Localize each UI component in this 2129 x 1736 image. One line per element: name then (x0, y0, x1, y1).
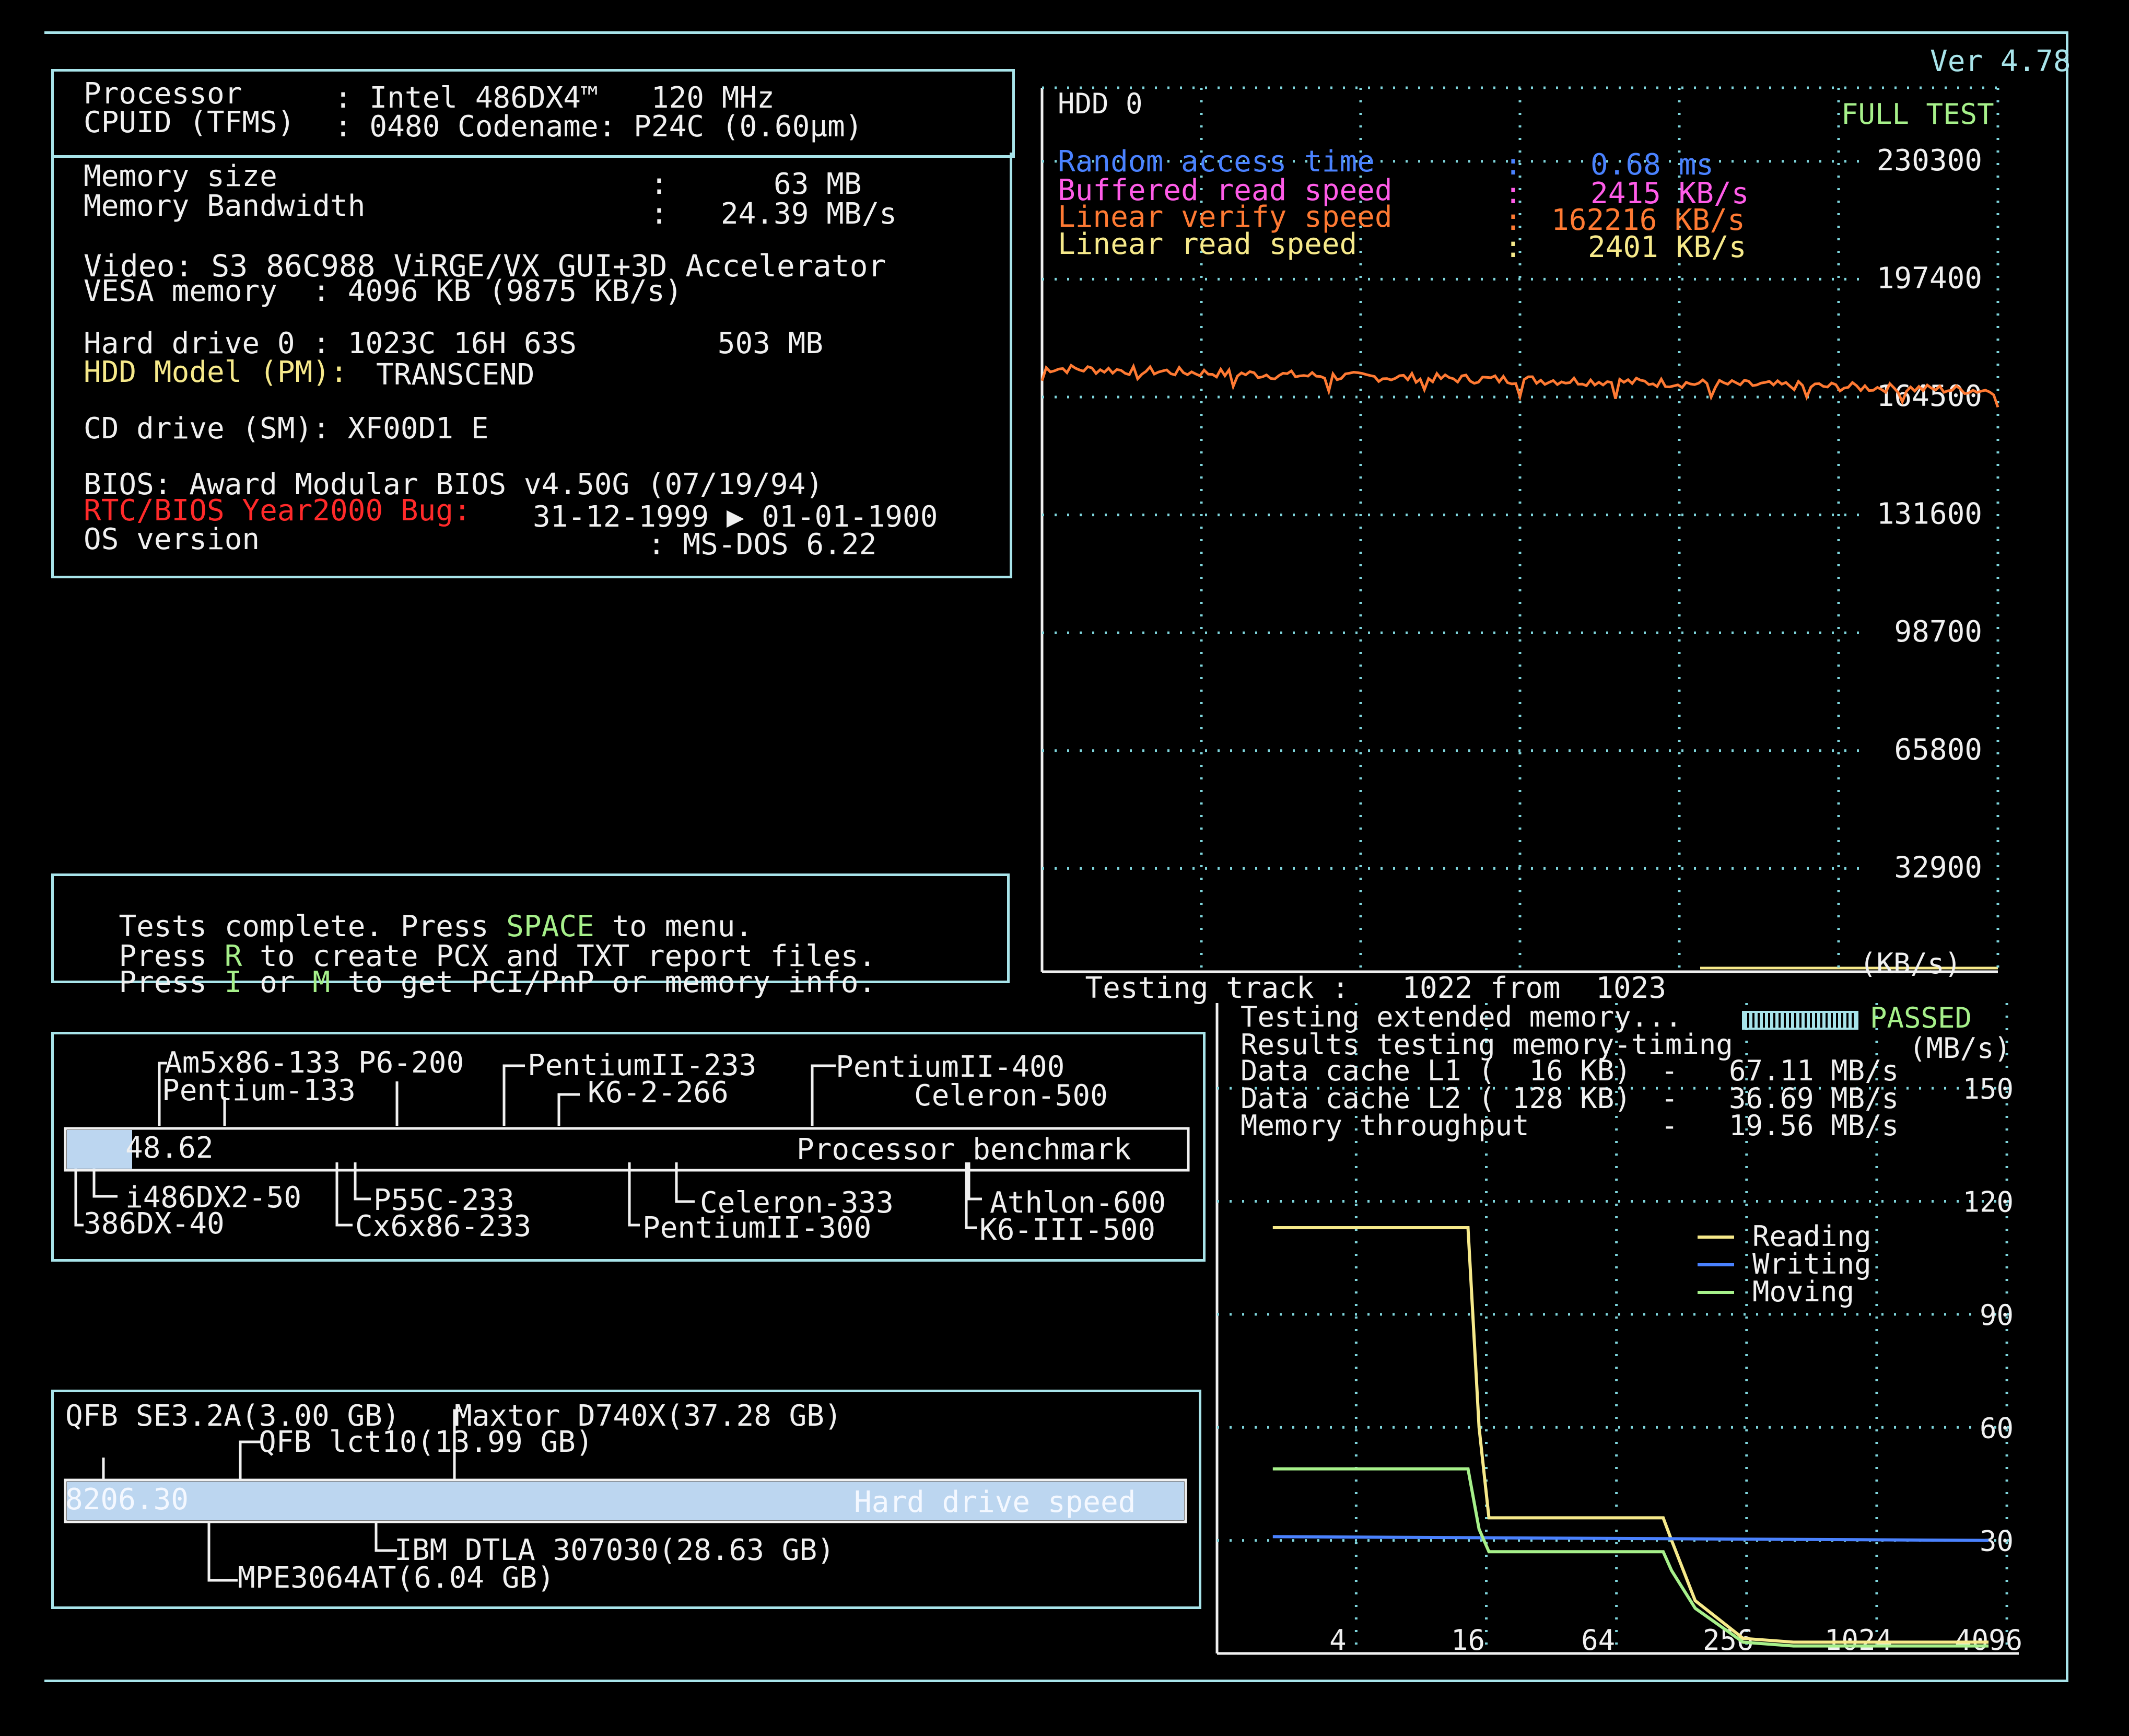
mem-y-tick-label: 90 (1980, 1299, 2014, 1332)
legend-label-moving: Moving (1752, 1275, 1855, 1308)
memory-row-value-l1: - 67.11 MB/s (1661, 1054, 1899, 1087)
legend-label-reading: Reading (1752, 1220, 1871, 1253)
legend-label-writing: Writing (1752, 1248, 1871, 1280)
memory-row-value-throughput: - 19.56 MB/s (1661, 1109, 1899, 1142)
mem-x-tick-label: 4096 (1955, 1624, 2022, 1657)
mem-x-tick-label: 16 (1451, 1624, 1485, 1657)
mem-series-line (1272, 1226, 1989, 1644)
memory-status-line: Testing extended memory... (1241, 1000, 1682, 1033)
memory-row-label-throughput: Memory throughput (1241, 1109, 1529, 1142)
memory-progress-bar (1742, 1011, 1858, 1030)
memory-row-label-l2: Data cache L2 ( 128 KB) (1241, 1082, 1631, 1115)
memory-chart-unit: (MB/s) (1909, 1032, 2011, 1065)
mem-x-tick-label: 1024 (1824, 1624, 1892, 1657)
memory-passed-label: PASSED (1870, 1001, 1972, 1034)
mem-x-tick-label: 64 (1581, 1624, 1615, 1657)
memory-row-value-l2: - 36.69 MB/s (1661, 1082, 1899, 1115)
memory-timing-chart: 4 16 64 256 1024 4096306090120150 (1215, 1003, 2022, 1657)
mem-y-tick-label: 120 (1962, 1186, 2014, 1219)
mem-y-tick-label: 60 (1980, 1412, 2014, 1444)
mem-series-line (1272, 1467, 1989, 1648)
mem-x-tick-label: 4 (1329, 1624, 1347, 1657)
mem-y-tick-label: 150 (1962, 1073, 2014, 1105)
memory-row-label-l1: Data cache L1 ( 16 KB) (1241, 1054, 1631, 1087)
